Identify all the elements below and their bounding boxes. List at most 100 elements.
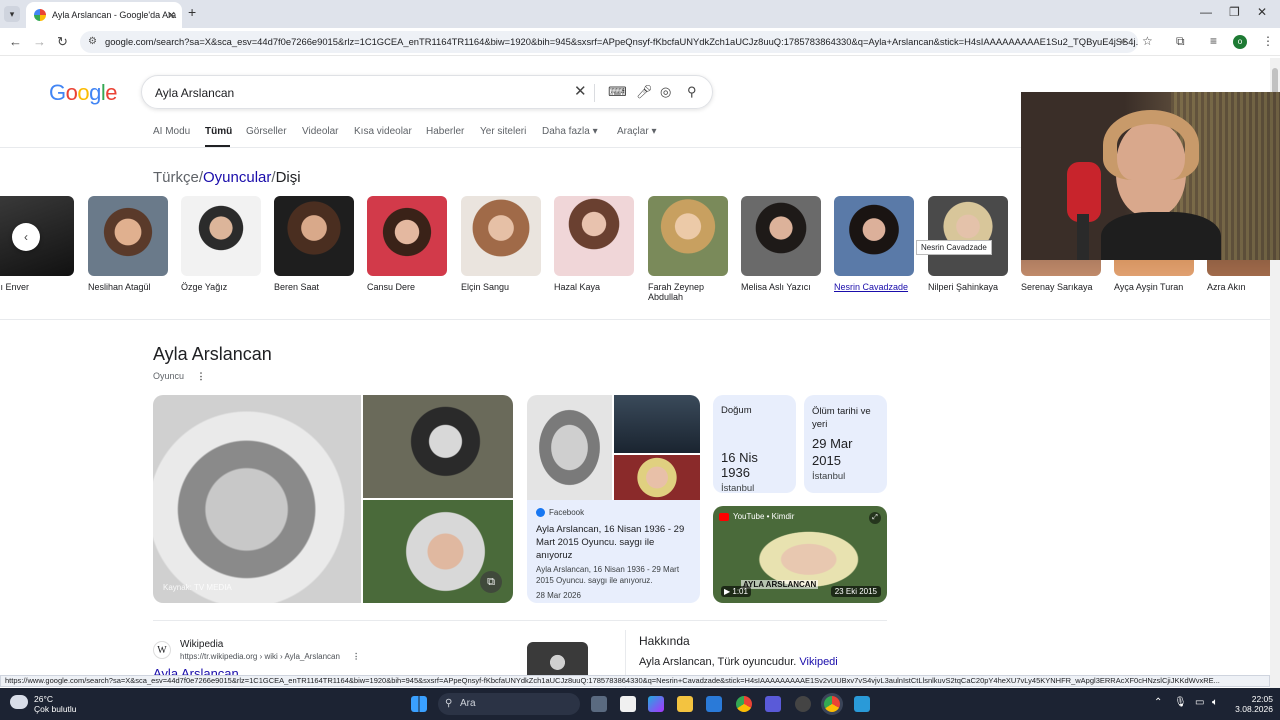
google-logo[interactable]: Google: [49, 80, 118, 106]
clear-search-icon[interactable]: ✕: [574, 82, 587, 100]
reload-icon[interactable]: ↻: [57, 34, 68, 50]
person-card[interactable]: Neslihan Atagül: [88, 196, 168, 292]
person-card[interactable]: Cansu Dere: [367, 196, 447, 292]
media-icon[interactable]: ≡: [1210, 34, 1217, 48]
tab-news[interactable]: Haberler: [426, 126, 464, 137]
mic-tray-icon[interactable]: 🎙︎: [1174, 697, 1187, 708]
tab-search-icon[interactable]: ▾: [4, 6, 20, 22]
search-input[interactable]: Ayla Arslancan: [155, 86, 234, 100]
result-url[interactable]: https://tr.wikipedia.org › wiki › Ayla_A…: [180, 652, 360, 661]
section-divider: [153, 620, 887, 621]
tab-all[interactable]: Tümü: [205, 126, 232, 137]
youtube-video-card[interactable]: YouTube • Kimdir ⤢ AYLA ARSLANCAN ▶ 1:01…: [713, 506, 887, 603]
death-card[interactable]: Ölüm tarihi ve yeri 29 Mar 2015 İstanbul: [804, 395, 887, 493]
about-text: Ayla Arslancan, Türk oyuncudur. Vikipedi: [639, 656, 838, 668]
app-icon[interactable]: [765, 696, 781, 712]
profile-avatar[interactable]: o: [1233, 35, 1247, 49]
chrome-icon[interactable]: [736, 696, 752, 712]
person-card[interactable]: Farah Zeynep Abdullah: [648, 196, 728, 302]
weather-temp: 26°C: [34, 694, 53, 704]
keyboard-icon[interactable]: ⌨: [608, 84, 627, 100]
obs-icon[interactable]: [795, 696, 811, 712]
file-icon[interactable]: [620, 696, 636, 712]
more-options-icon[interactable]: ⋮: [197, 371, 206, 381]
result-options-icon[interactable]: ⋮: [352, 652, 360, 661]
tray-overflow-icon[interactable]: ⌃: [1154, 697, 1162, 708]
bookmark-star-icon[interactable]: ☆: [1142, 34, 1153, 48]
tab-tools[interactable]: Araçlar ▾: [617, 126, 657, 137]
person-name: Ayça Ayşin Turan: [1114, 282, 1184, 292]
person-card[interactable]: Melisa Aslı Yazıcı: [741, 196, 821, 292]
breadcrumb-actors[interactable]: Oyuncular: [203, 169, 271, 186]
clock[interactable]: 22:05 3.08.2026: [1233, 694, 1273, 714]
result-site-name[interactable]: Wikipedia: [180, 639, 223, 650]
url-text: google.com/search?sa=X&sca_esv=44d7f0e72…: [105, 36, 1138, 47]
result-thumbnail[interactable]: [527, 642, 588, 676]
breadcrumb-language[interactable]: Türkçe: [153, 169, 199, 186]
browser-toolbar: ← → ↻ ⚙ google.com/search?sa=X&sca_esv=4…: [0, 28, 1280, 56]
tab-ai-mode[interactable]: AI Modu: [153, 126, 190, 137]
shirt: [1101, 212, 1221, 260]
birth-card[interactable]: Doğum 16 Nis 1936 İstanbul: [713, 395, 796, 494]
youtube-icon: [719, 512, 729, 521]
tab-short-videos[interactable]: Kısa videolar: [354, 126, 412, 137]
new-tab-icon[interactable]: +: [188, 4, 196, 20]
weather-widget[interactable]: 26°C Çok bulutlu: [34, 694, 77, 714]
about-source-link[interactable]: Vikipedi: [799, 656, 837, 668]
result-url-text: https://tr.wikipedia.org › wiki › Ayla_A…: [180, 652, 340, 661]
facebook-image[interactable]: [614, 395, 700, 453]
chrome-active-icon[interactable]: [824, 696, 840, 712]
tab-more[interactable]: Daha fazla ▾: [542, 126, 598, 137]
microphone: [1067, 162, 1101, 222]
person-card[interactable]: Elçin Sangu: [461, 196, 541, 292]
birth-date: 16 Nis 1936: [721, 450, 758, 480]
store-icon[interactable]: [706, 696, 722, 712]
taskbar-search-text: Ara: [460, 698, 476, 709]
person-card[interactable]: Özge Yağız: [181, 196, 261, 292]
facebook-image[interactable]: [527, 395, 612, 500]
start-icon[interactable]: [411, 696, 427, 712]
breadcrumb-female[interactable]: Dişi: [276, 169, 301, 186]
person-photo: [741, 196, 821, 276]
network-icon[interactable]: ▭: [1195, 697, 1204, 708]
facebook-image[interactable]: [614, 455, 700, 500]
maximize-icon[interactable]: ❐: [1229, 5, 1240, 19]
site-info-icon[interactable]: ⚙: [88, 31, 97, 53]
google-lens-icon[interactable]: ◎: [660, 84, 671, 100]
location-icon[interactable]: ⌖: [1120, 34, 1127, 49]
expand-icon[interactable]: ⤢: [869, 512, 881, 524]
menu-dots-icon[interactable]: ⋮: [1262, 34, 1274, 48]
browser-tab[interactable]: Ayla Arslancan - Google'da Ara ✕: [26, 2, 182, 28]
copilot-icon[interactable]: [648, 696, 664, 712]
person-card[interactable]: Hazal Kaya: [554, 196, 634, 292]
carousel-prev-button[interactable]: ‹: [12, 223, 40, 251]
minimize-icon[interactable]: —: [1200, 5, 1212, 19]
photo-thumbnail[interactable]: [363, 395, 513, 498]
person-name: Beren Saat: [274, 282, 320, 292]
app-icon[interactable]: [854, 696, 870, 712]
person-card-hovered[interactable]: Nesrin Cavadzade: [834, 196, 914, 292]
microphone-icon[interactable]: 🎤︎: [636, 84, 653, 100]
more-images-icon[interactable]: ⧉: [480, 571, 502, 593]
tab-web[interactable]: Yer siteleri: [480, 126, 526, 137]
forward-icon[interactable]: →: [33, 34, 46, 49]
back-icon[interactable]: ←: [9, 34, 22, 49]
tab-images[interactable]: Görseller: [246, 126, 287, 137]
close-window-icon[interactable]: ✕: [1257, 5, 1267, 19]
person-card[interactable]: Beren Saat: [274, 196, 354, 292]
windows-taskbar: 26°C Çok bulutlu ⚲ Ara ⌃ 🎙︎ ▭ 🔈︎ 22:05 3.…: [0, 688, 1280, 720]
facebook-card[interactable]: Facebook Ayla Arslancan, 16 Nisan 1936 -…: [527, 500, 700, 603]
volume-icon[interactable]: 🔈︎: [1212, 697, 1218, 708]
search-box[interactable]: Ayla Arslancan ✕ ⌨ 🎤︎ ◎ ⚲: [141, 75, 713, 109]
address-bar[interactable]: ⚙ google.com/search?sa=X&sca_esv=44d7f0e…: [80, 31, 1138, 53]
task-view-icon[interactable]: [591, 696, 607, 712]
search-icon[interactable]: ⚲: [687, 84, 697, 100]
tab-videos[interactable]: Videolar: [302, 126, 339, 137]
main-photo[interactable]: [153, 395, 361, 603]
taskbar-search[interactable]: ⚲ Ara: [438, 693, 580, 715]
tab-tools-label: Araçlar: [617, 126, 649, 137]
close-tab-icon[interactable]: ✕: [167, 9, 176, 22]
file-explorer-icon[interactable]: [677, 696, 693, 712]
person-name: Nilperi Şahinkaya: [928, 282, 999, 292]
extensions-icon[interactable]: ⧉: [1176, 34, 1185, 49]
